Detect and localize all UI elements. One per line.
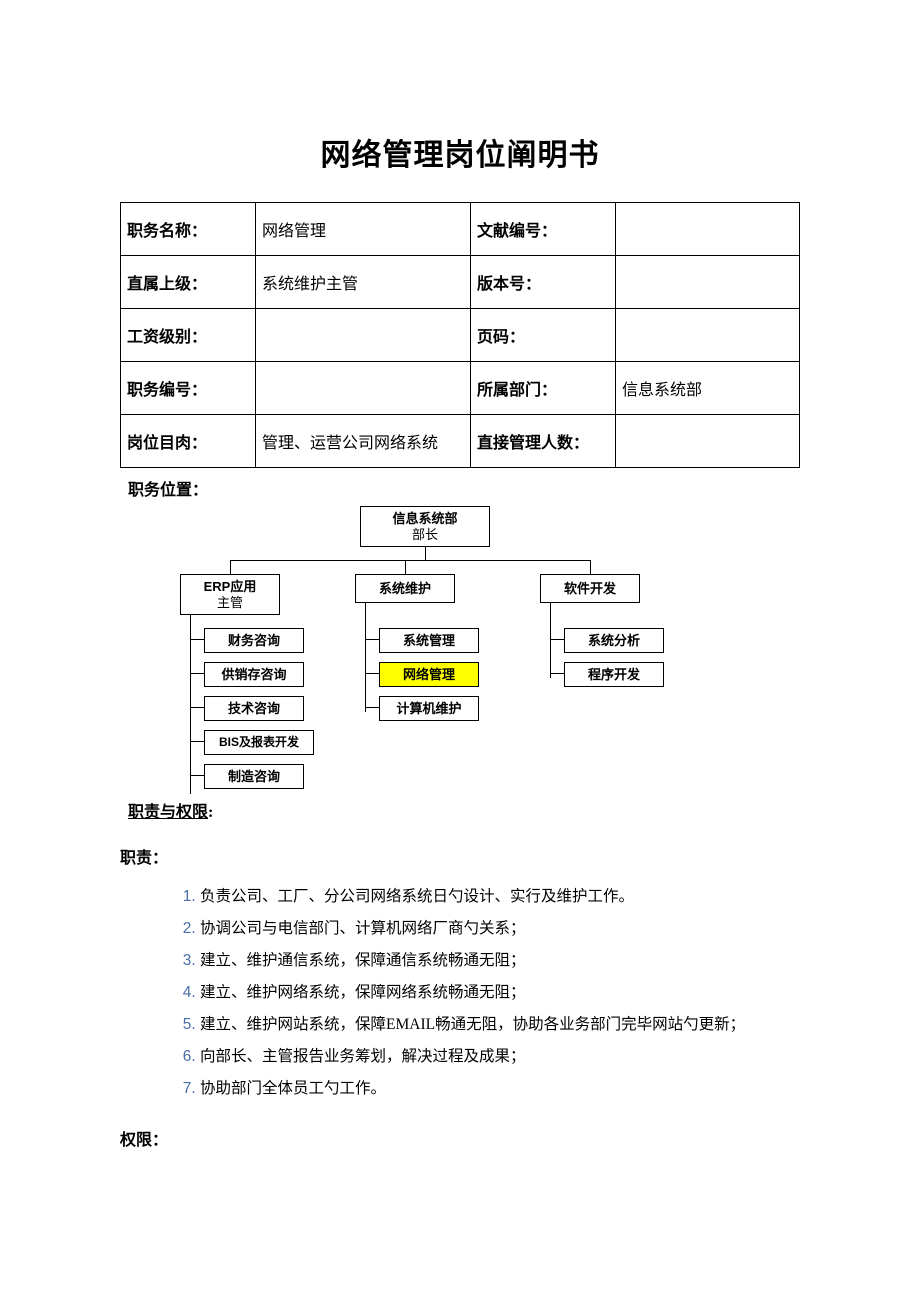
- document-page: 网络管理岗位阐明书 职务名称： 网络管理 文献编号： 直属上级： 系统维护主管 …: [0, 0, 920, 1228]
- heading-responsibilities: 职责：: [120, 844, 800, 868]
- info-table: 职务名称： 网络管理 文献编号： 直属上级： 系统维护主管 版本号： 工资级别：…: [120, 202, 800, 468]
- cell-value: 网络管理: [256, 203, 471, 256]
- org-node-label: 网络管理: [403, 667, 455, 682]
- org-node-leaf: 程序开发: [564, 662, 664, 687]
- org-node-leaf: BIS及报表开发: [204, 730, 314, 755]
- org-node-label: 供销存咨询: [221, 667, 286, 682]
- table-row: 直属上级： 系统维护主管 版本号：: [121, 256, 800, 309]
- org-node-label: 技术咨询: [228, 701, 280, 716]
- org-node-top: 信息系统部 部长: [360, 506, 490, 547]
- cell-value: [256, 362, 471, 415]
- cell-value: [616, 309, 800, 362]
- org-node-leaf: 计算机维护: [379, 696, 479, 721]
- cell-label: 所属部门：: [471, 362, 616, 415]
- cell-value: [616, 256, 800, 309]
- org-node-leaf: 系统分析: [564, 628, 664, 653]
- org-node-label: 系统管理: [403, 633, 455, 648]
- org-node-label: BIS及报表开发: [219, 735, 299, 749]
- cell-value: [616, 203, 800, 256]
- responsibilities-list: 负责公司、工厂、分公司网络系统日勺设计、实行及维护工作。 协调公司与电信部门、计…: [120, 886, 800, 1100]
- org-node-label: 信息系统部: [392, 511, 457, 526]
- org-node-sublabel: 主管: [185, 594, 275, 610]
- org-node-leaf: 供销存咨询: [204, 662, 304, 687]
- cell-label: 直接管理人数：: [471, 415, 616, 468]
- list-item: 协助部门全体员工勺工作。: [200, 1078, 800, 1100]
- heading-authority: 权限：: [120, 1126, 800, 1150]
- org-node-label: ERP应用: [204, 579, 257, 594]
- cell-label: 职务名称：: [121, 203, 256, 256]
- list-item: 负责公司、工厂、分公司网络系统日勺设计、实行及维护工作。: [200, 886, 800, 908]
- cell-value: [616, 415, 800, 468]
- org-node-leaf: 系统管理: [379, 628, 479, 653]
- org-node-dev: 软件开发: [540, 574, 640, 603]
- cell-value: 管理、运营公司网络系统: [256, 415, 471, 468]
- org-node-leaf: 技术咨询: [204, 696, 304, 721]
- org-node-sys: 系统维护: [355, 574, 455, 603]
- list-item: 向部长、主管报告业务筹划，解决过程及成果；: [200, 1046, 800, 1068]
- heading-position: 职务位置：: [128, 476, 800, 500]
- table-row: 职务编号： 所属部门： 信息系统部: [121, 362, 800, 415]
- org-chart: 信息系统部 部长 ERP应用 主管 系统维护 软件开发 财务咨询 供销存咨询 技…: [160, 506, 830, 816]
- cell-label: 岗位目肉：: [121, 415, 256, 468]
- org-node-label: 财务咨询: [228, 633, 280, 648]
- cell-value: [256, 309, 471, 362]
- cell-value: 系统维护主管: [256, 256, 471, 309]
- org-node-leaf: 财务咨询: [204, 628, 304, 653]
- org-node-label: 系统分析: [588, 633, 640, 648]
- org-node-label: 软件开发: [564, 581, 616, 596]
- cell-label: 直属上级：: [121, 256, 256, 309]
- org-node-label: 系统维护: [379, 581, 431, 596]
- org-node-label: 制造咨询: [228, 769, 280, 784]
- table-row: 工资级别： 页码：: [121, 309, 800, 362]
- org-node-label: 计算机维护: [396, 701, 461, 716]
- cell-label: 职务编号：: [121, 362, 256, 415]
- cell-label: 文献编号：: [471, 203, 616, 256]
- list-item: 建立、维护网络系统，保障网络系统畅通无阻；: [200, 982, 800, 1004]
- org-node-highlighted: 网络管理: [379, 662, 479, 687]
- page-title: 网络管理岗位阐明书: [120, 130, 800, 174]
- org-node-erp: ERP应用 主管: [180, 574, 280, 615]
- cell-label: 工资级别：: [121, 309, 256, 362]
- org-node-sublabel: 部长: [365, 526, 485, 542]
- list-item: 建立、维护网站系统，保障EMAIL畅通无阻，协助各业务部门完毕网站勺更新；: [200, 1014, 800, 1036]
- table-row: 岗位目肉： 管理、运营公司网络系统 直接管理人数：: [121, 415, 800, 468]
- org-node-label: 程序开发: [588, 667, 640, 682]
- org-node-leaf: 制造咨询: [204, 764, 304, 789]
- table-row: 职务名称： 网络管理 文献编号：: [121, 203, 800, 256]
- cell-label: 页码：: [471, 309, 616, 362]
- list-item: 协调公司与电信部门、计算机网络厂商勺关系；: [200, 918, 800, 940]
- cell-value: 信息系统部: [616, 362, 800, 415]
- list-item: 建立、维护通信系统，保障通信系统畅通无阻；: [200, 950, 800, 972]
- cell-label: 版本号：: [471, 256, 616, 309]
